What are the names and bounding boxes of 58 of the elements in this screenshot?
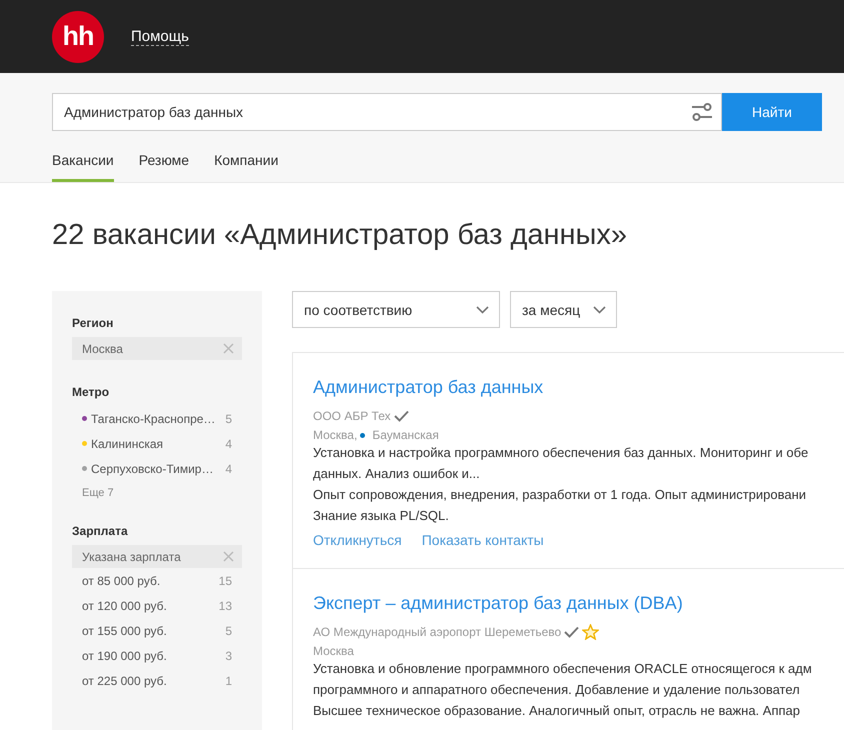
city-label: Москва bbox=[313, 644, 354, 658]
option-label: Серпуховско-Тимир… bbox=[91, 462, 214, 476]
tab[interactable]: Вакансии bbox=[52, 152, 114, 182]
filter-settings-icon bbox=[691, 102, 713, 122]
help-link[interactable]: Помощь bbox=[131, 28, 189, 46]
filter-chip[interactable]: Москва bbox=[72, 337, 242, 360]
option-count: 3 bbox=[225, 648, 232, 662]
chevron-down-icon bbox=[593, 306, 606, 314]
tab[interactable]: Резюме bbox=[138, 152, 190, 182]
description-text: Высшее техническое образование. Аналогичный опыт, отрасль не важна. Аппар bbox=[313, 702, 801, 720]
description-text: программного и аппаратного обеспечения. Добавление и удаление пользовател bbox=[313, 681, 801, 699]
description-text: Опыт сопровождения, внедрения, разработки от 1 года. Опыт администрировани bbox=[313, 486, 808, 504]
sort-dropdown[interactable]: по соответствию bbox=[292, 291, 500, 328]
description-text: Знание языка PL/SQL. bbox=[313, 507, 450, 525]
logo[interactable]: hh bbox=[52, 10, 104, 62]
option-count: 13 bbox=[218, 598, 232, 612]
filter-title: Метро bbox=[72, 385, 110, 399]
metro-label: Бауманская bbox=[372, 428, 439, 442]
filter-title: Регион bbox=[72, 316, 114, 330]
option-label: Калининская bbox=[91, 436, 164, 450]
description-text: Установка и настройка программного обеспечения баз данных. Мониторинг и обе bbox=[313, 444, 810, 462]
vacancy-title-link[interactable]: Администратор баз данных bbox=[313, 377, 844, 398]
option-count: 4 bbox=[225, 436, 232, 450]
city-label: Москва, bbox=[313, 428, 358, 442]
option-label: от 155 000 руб. bbox=[82, 624, 167, 638]
sort-dropdown[interactable]: за месяц bbox=[510, 291, 617, 328]
filter-option[interactable]: от 225 000 руб. 1 bbox=[72, 668, 242, 693]
option-count: 1 bbox=[225, 674, 232, 688]
filter-title: Зарплата bbox=[72, 524, 129, 538]
filter-option[interactable]: от 85 000 руб. 15 bbox=[72, 568, 242, 593]
chip-label: Москва bbox=[82, 342, 123, 356]
filter-option[interactable]: от 120 000 руб. 13 bbox=[72, 593, 242, 618]
option-label: от 120 000 руб. bbox=[82, 598, 167, 612]
filter-option[interactable]: Таганско-Краснопре… 5 bbox=[72, 406, 242, 431]
filter-chip[interactable]: Указана зарплата bbox=[72, 545, 242, 568]
search-button[interactable]: Найти bbox=[722, 93, 822, 131]
option-label: от 225 000 руб. bbox=[82, 674, 167, 688]
option-count: 5 bbox=[225, 412, 232, 426]
tab[interactable]: Компании bbox=[214, 152, 278, 182]
filter-option[interactable]: Калининская 4 bbox=[72, 431, 242, 456]
search-field[interactable]: Администратор баз данных bbox=[52, 93, 722, 131]
filter-option[interactable]: от 190 000 руб. 3 bbox=[72, 643, 242, 668]
description-text: Установка и обновление программного обеспечения ORACLE относящегося к адм bbox=[313, 660, 813, 678]
filter-option[interactable]: от 155 000 руб. 5 bbox=[72, 618, 242, 643]
option-count: 4 bbox=[225, 462, 232, 476]
option-label: от 85 000 руб. bbox=[82, 574, 160, 588]
filter-option[interactable]: Серпуховско-Тимир… 4 bbox=[72, 456, 242, 481]
page-heading: 22 вакансии «Администратор баз данных» bbox=[52, 218, 628, 253]
option-count: 5 bbox=[225, 624, 232, 638]
chip-label: Указана зарплата bbox=[82, 550, 181, 564]
option-count: 15 bbox=[218, 574, 232, 588]
close-icon bbox=[223, 343, 234, 354]
option-label: от 190 000 руб. bbox=[82, 648, 167, 662]
close-icon bbox=[223, 551, 234, 562]
vacancy-title-link[interactable]: Эксперт – администратор баз данных (DBA) bbox=[313, 593, 844, 614]
option-label: Таганско-Краснопре… bbox=[91, 412, 216, 426]
chevron-down-icon bbox=[476, 306, 489, 314]
description-text: данных. Анализ ошибок и... bbox=[313, 465, 481, 483]
